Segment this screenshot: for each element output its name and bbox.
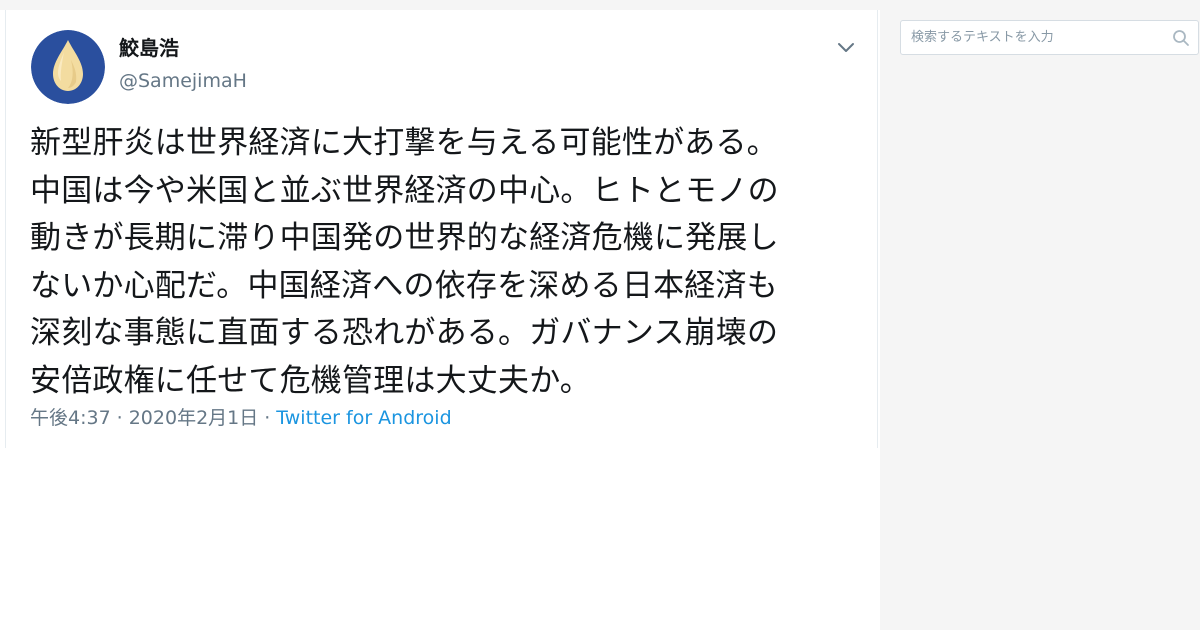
- top-strip: [0, 0, 1200, 10]
- tweet-metadata: 午後4:37 · 2020年2月1日 · Twitter for Android: [30, 406, 452, 430]
- search-input[interactable]: [901, 21, 1171, 54]
- tweet-text: 新型肝炎は世界経済に大打撃を与える可能性がある。 中国は今や米国と並ぶ世界経済の…: [30, 125, 779, 399]
- user-handle[interactable]: @SamejimaH: [119, 69, 247, 93]
- right-sidebar: [880, 10, 1200, 630]
- tweet-time[interactable]: 午後4:37: [30, 407, 111, 429]
- separator: ·: [116, 407, 123, 429]
- blank-area: [0, 448, 880, 630]
- tweet-date[interactable]: 2020年2月1日: [129, 407, 259, 429]
- chevron-down-icon[interactable]: [834, 36, 858, 60]
- tweet-client-link[interactable]: Twitter for Android: [276, 407, 451, 429]
- avatar[interactable]: [31, 30, 105, 104]
- tweet-card: 鮫島浩 @SamejimaH 新型肝炎は世界経済に大打撃を与える可能性がある。 …: [5, 10, 878, 448]
- search-box: [900, 20, 1199, 55]
- separator: ·: [264, 407, 271, 429]
- display-name[interactable]: 鮫島浩: [119, 36, 179, 60]
- search-icon[interactable]: [1172, 29, 1190, 47]
- water-drop-icon: [31, 30, 105, 104]
